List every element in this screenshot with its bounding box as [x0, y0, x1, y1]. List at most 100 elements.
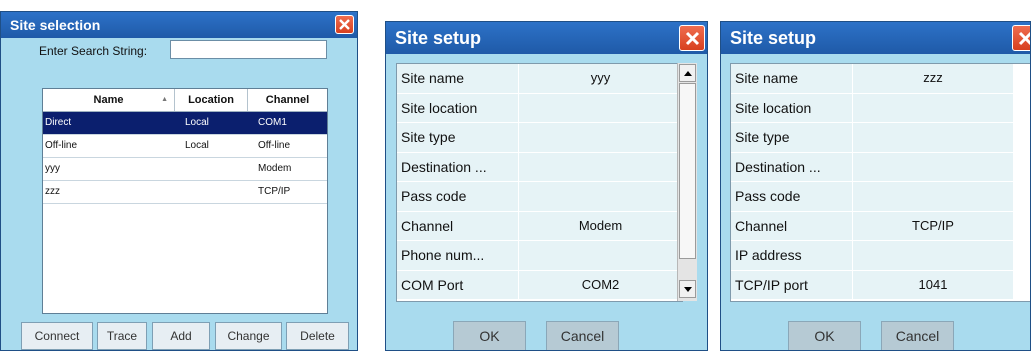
property-value: yyy: [519, 64, 682, 93]
property-row[interactable]: Destination ...: [731, 153, 1031, 183]
property-value: [853, 123, 1013, 152]
property-label: Pass code: [731, 182, 853, 211]
property-row[interactable]: Site type: [731, 123, 1031, 153]
scroll-thumb[interactable]: [679, 83, 696, 259]
property-row[interactable]: COM PortCOM2: [397, 271, 682, 301]
property-row[interactable]: Site nameyyy: [397, 64, 682, 94]
row-channel: COM1: [248, 112, 327, 134]
cancel-button[interactable]: Cancel: [881, 321, 954, 351]
property-value: [853, 241, 1013, 270]
column-header-location[interactable]: Location: [175, 89, 248, 111]
add-button[interactable]: Add: [152, 322, 210, 350]
property-value: [519, 94, 682, 123]
property-label: Destination ...: [397, 153, 519, 182]
property-row[interactable]: TCP/IP port1041: [731, 271, 1031, 301]
table-row[interactable]: yyy Modem: [43, 158, 327, 181]
site-selection-window: Site selection Enter Search String: Name…: [0, 11, 358, 351]
property-value: TCP/IP: [853, 212, 1013, 241]
property-label: COM Port: [397, 271, 519, 300]
property-label: TCP/IP port: [731, 271, 853, 300]
property-label: Site name: [397, 64, 519, 93]
search-input[interactable]: [170, 40, 327, 59]
property-value: [519, 182, 682, 211]
property-value: [519, 153, 682, 182]
table-row[interactable]: zzz TCP/IP: [43, 181, 327, 204]
property-label: Pass code: [397, 182, 519, 211]
row-channel: Off-line: [248, 135, 327, 157]
properties-grid: Site nameyyy Site location Site type Des…: [396, 63, 683, 302]
column-header-name[interactable]: Name ▲: [43, 89, 175, 111]
row-location: [175, 181, 248, 203]
search-label: Enter Search String:: [39, 44, 147, 58]
sort-asc-icon: ▲: [161, 89, 168, 111]
close-button[interactable]: [335, 15, 354, 34]
scroll-up-button[interactable]: [679, 64, 696, 82]
vertical-scrollbar[interactable]: [677, 63, 697, 301]
row-location: Local: [175, 135, 248, 157]
property-value: zzz: [853, 64, 1013, 93]
property-row[interactable]: Site type: [397, 123, 682, 153]
site-setup-window-zzz: Site setup Site namezzz Site location Si…: [720, 21, 1031, 351]
row-channel: Modem: [248, 158, 327, 180]
close-icon: [685, 31, 700, 46]
arrow-up-icon: [684, 71, 692, 76]
property-row[interactable]: IP address: [731, 241, 1031, 271]
property-value: Modem: [519, 212, 682, 241]
property-row[interactable]: Destination ...: [397, 153, 682, 183]
row-location: Local: [175, 112, 248, 134]
property-label: Site name: [731, 64, 853, 93]
properties-grid: Site namezzz Site location Site type Des…: [730, 63, 1031, 302]
property-value: 1041: [853, 271, 1013, 300]
close-button[interactable]: [1012, 25, 1031, 51]
property-value: [853, 182, 1013, 211]
property-row[interactable]: Pass code: [731, 182, 1031, 212]
title-bar: Site setup: [386, 22, 707, 54]
property-row[interactable]: Pass code: [397, 182, 682, 212]
property-label: Site type: [397, 123, 519, 152]
window-title: Site setup: [730, 28, 816, 48]
property-row[interactable]: Site location: [397, 94, 682, 124]
property-value: [519, 241, 682, 270]
property-label: Site type: [731, 123, 853, 152]
property-value: [853, 94, 1013, 123]
row-name: Direct: [43, 112, 175, 134]
property-row[interactable]: ChannelModem: [397, 212, 682, 242]
list-header: Name ▲ Location Channel: [43, 89, 327, 112]
property-row[interactable]: Site location: [731, 94, 1031, 124]
site-setup-window-yyy: Site setup Site nameyyy Site location Si…: [385, 21, 708, 351]
property-label: Site location: [731, 94, 853, 123]
table-row[interactable]: Off-line Local Off-line: [43, 135, 327, 158]
property-row[interactable]: Site namezzz: [731, 64, 1031, 94]
window-title: Site setup: [395, 28, 481, 48]
property-label: Destination ...: [731, 153, 853, 182]
site-list[interactable]: Name ▲ Location Channel Direct Local COM…: [42, 88, 328, 314]
row-location: [175, 158, 248, 180]
trace-button[interactable]: Trace: [97, 322, 147, 350]
property-label: Site location: [397, 94, 519, 123]
property-row[interactable]: ChannelTCP/IP: [731, 212, 1031, 242]
ok-button[interactable]: OK: [788, 321, 861, 351]
table-row[interactable]: Direct Local COM1: [43, 112, 327, 135]
property-row[interactable]: Phone num...: [397, 241, 682, 271]
connect-button[interactable]: Connect: [21, 322, 93, 350]
window-title: Site selection: [10, 17, 100, 33]
close-icon: [339, 19, 350, 30]
row-channel: TCP/IP: [248, 181, 327, 203]
row-name: zzz: [43, 181, 175, 203]
scroll-down-button[interactable]: [679, 280, 696, 298]
row-name: Off-line: [43, 135, 175, 157]
column-header-channel[interactable]: Channel: [248, 89, 327, 111]
delete-button[interactable]: Delete: [286, 322, 349, 350]
close-icon: [1018, 31, 1031, 46]
property-value: COM2: [519, 271, 682, 300]
ok-button[interactable]: OK: [453, 321, 526, 351]
change-button[interactable]: Change: [215, 322, 282, 350]
property-label: Channel: [731, 212, 853, 241]
property-value: [519, 123, 682, 152]
property-label: Channel: [397, 212, 519, 241]
row-name: yyy: [43, 158, 175, 180]
cancel-button[interactable]: Cancel: [546, 321, 619, 351]
close-button[interactable]: [679, 25, 705, 51]
title-bar: Site setup: [721, 22, 1030, 54]
arrow-down-icon: [684, 287, 692, 292]
